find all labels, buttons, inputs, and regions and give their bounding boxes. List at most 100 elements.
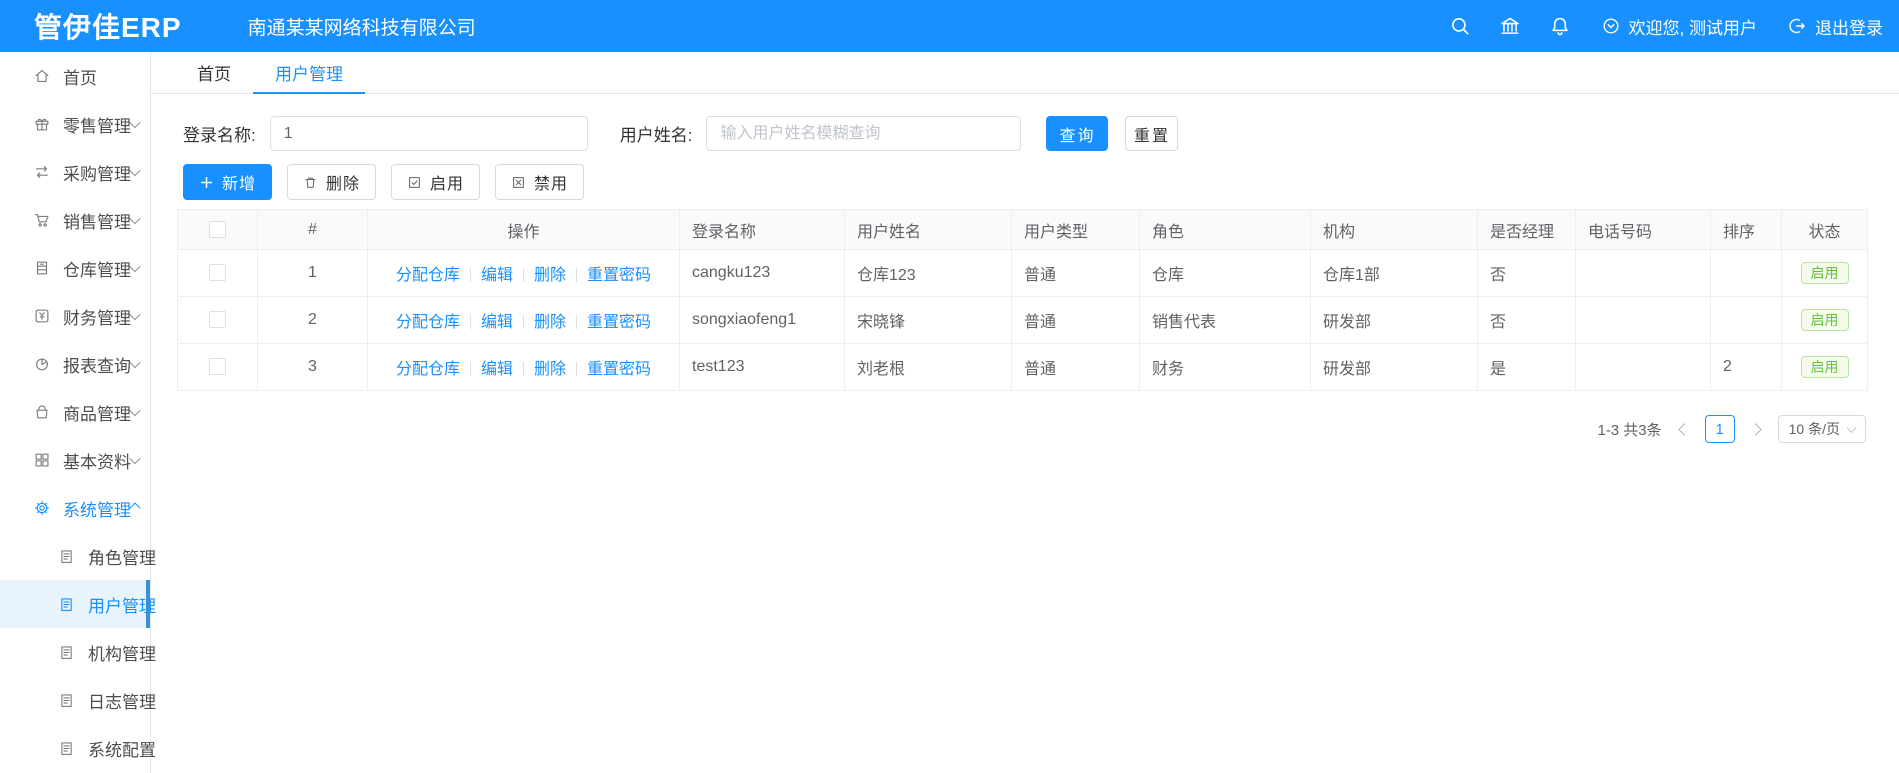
add-button[interactable]: 新增 <box>183 164 273 200</box>
enable-button[interactable]: 启用 <box>391 164 481 200</box>
organization-cell: 研发部 <box>1310 296 1478 344</box>
user-type-cell: 普通 <box>1011 249 1140 297</box>
chevron-down-icon <box>1846 422 1857 433</box>
phone-cell <box>1575 296 1711 344</box>
table-row: 1 分配仓库 编辑 删除 重置密码 cangku123 仓库123 普通 仓库 仓库1部否 启用 <box>177 249 1868 297</box>
op-separator <box>469 362 471 376</box>
sidebar-item-sales[interactable]: 销售管理 <box>0 196 150 244</box>
sidebar-item-finance[interactable]: 财务管理 <box>0 292 150 340</box>
delete-button[interactable]: 删除 <box>287 164 377 200</box>
row-operations-cell: 分配仓库 编辑 删除 重置密码 <box>367 249 680 297</box>
topbar: 管伊佳ERP 南通某某网络科技有限公司 欢迎您, 测试用户 退出登录 <box>0 0 1899 52</box>
op-assign-warehouse-link[interactable]: 分配仓库 <box>396 361 460 378</box>
select-row-checkbox[interactable] <box>209 358 226 376</box>
select-row-checkbox[interactable] <box>209 264 226 282</box>
app-logo: 管伊佳ERP <box>34 12 182 43</box>
sidebar-item-retail[interactable]: 零售管理 <box>0 100 150 148</box>
sidebar-subitem-label: 日志管理 <box>88 692 156 712</box>
sidebar-item-purchase[interactable]: 采购管理 <box>0 148 150 196</box>
reset-button[interactable]: 重置 <box>1125 116 1179 151</box>
sidebar-item-label: 系统管理 <box>63 500 131 520</box>
sidebar-subitem-user-mgmt[interactable]: 用户管理 <box>0 580 156 628</box>
table-row: 2 分配仓库 编辑 删除 重置密码 songxiaofeng1 宋晓锋 普通 销售代表 研发部否 启… <box>177 296 1868 344</box>
logout-icon <box>1787 16 1807 36</box>
op-delete-link[interactable]: 删除 <box>534 361 566 378</box>
next-page-icon[interactable] <box>1748 422 1762 436</box>
row-checkbox-cell <box>177 343 258 391</box>
user-menu[interactable]: 欢迎您, 测试用户 <box>1601 14 1757 39</box>
bell-icon[interactable] <box>1549 15 1571 37</box>
login-name-input[interactable] <box>269 116 588 151</box>
op-assign-warehouse-link[interactable]: 分配仓库 <box>396 267 460 284</box>
user-name-cell: 刘老根 <box>844 343 1012 391</box>
op-reset-password-link[interactable]: 重置密码 <box>587 267 651 284</box>
user-type-cell: 普通 <box>1011 343 1140 391</box>
bank-icon[interactable] <box>1499 15 1521 37</box>
sort-cell: 2 <box>1710 343 1782 391</box>
row-operations-cell: 分配仓库 编辑 删除 重置密码 <box>367 343 680 391</box>
sidebar-item-label: 销售管理 <box>63 212 131 232</box>
home-icon <box>33 67 51 85</box>
is-manager-cell: 是 <box>1477 343 1576 391</box>
tab-home[interactable]: 首页 <box>175 52 253 93</box>
sidebar-item-home[interactable]: 首页 <box>0 52 150 100</box>
op-edit-link[interactable]: 编辑 <box>481 361 513 378</box>
sidebar-item-reports[interactable]: 报表查询 <box>0 340 150 388</box>
chevron-down-icon <box>129 356 141 369</box>
search-icon[interactable] <box>1449 15 1471 37</box>
op-delete-link[interactable]: 删除 <box>534 314 566 331</box>
role-cell: 仓库 <box>1139 249 1311 297</box>
logout-button[interactable]: 退出登录 <box>1787 14 1883 39</box>
op-delete-link[interactable]: 删除 <box>534 267 566 284</box>
op-separator <box>576 268 578 282</box>
sidebar: 首页 零售管理 采购管理销售管理仓库管理财务管理 报表查询商品管理基本资料系统管理角色… <box>0 52 156 773</box>
disable-button[interactable]: 禁用 <box>495 164 585 200</box>
op-edit-link[interactable]: 编辑 <box>481 314 513 331</box>
company-name: 南通某某网络科技有限公司 <box>247 17 476 39</box>
sidebar-item-system[interactable]: 系统管理 <box>0 484 150 532</box>
op-separator <box>469 268 471 282</box>
doc-icon <box>58 596 75 613</box>
op-assign-warehouse-link[interactable]: 分配仓库 <box>396 314 460 331</box>
sidebar-item-basic-data[interactable]: 基本资料 <box>0 436 150 484</box>
sidebar-item-label: 仓库管理 <box>63 260 131 280</box>
select-all-checkbox[interactable] <box>209 220 226 238</box>
sidebar-item-goods[interactable]: 商品管理 <box>0 388 150 436</box>
page-1-button[interactable]: 1 <box>1704 415 1735 443</box>
chevron-down-icon <box>129 260 141 273</box>
topbar-right: 欢迎您, 测试用户 退出登录 <box>1421 14 1883 39</box>
chevron-down-icon <box>129 308 141 321</box>
op-reset-password-link[interactable]: 重置密码 <box>587 314 651 331</box>
gift-icon <box>33 115 51 133</box>
sidebar-subitem-log-mgmt[interactable]: 日志管理 <box>0 676 156 724</box>
page-size-label: 10 条/页 <box>1788 421 1840 437</box>
op-reset-password-link[interactable]: 重置密码 <box>587 361 651 378</box>
sidebar-item-label: 商品管理 <box>63 404 131 424</box>
chevron-up-icon <box>129 502 141 514</box>
query-button[interactable]: 查询 <box>1046 116 1109 151</box>
column-header-3: 用户姓名 <box>844 209 1012 250</box>
organization-cell: 仓库1部 <box>1310 249 1478 297</box>
page-size-select[interactable]: 10 条/页 <box>1777 415 1866 443</box>
user-table: # 操作 登录名称 用户姓名 用户类型 角色 机构 是否经理 电话号码 排序 状态 1 分配仓库 编辑删… <box>177 209 1868 391</box>
sidebar-subitem-role-mgmt[interactable]: 角色管理 <box>0 532 156 580</box>
sidebar-subitem-system-config[interactable]: 系统配置 <box>0 724 156 772</box>
column-header-8: 电话号码 <box>1575 209 1711 250</box>
status-badge: 启用 <box>1800 262 1849 284</box>
phone-cell <box>1575 343 1711 391</box>
sidebar-subitem-label: 用户管理 <box>88 596 156 616</box>
role-cell: 财务 <box>1139 343 1311 391</box>
tab-user-management[interactable]: 用户管理 <box>253 52 365 94</box>
warehouse-icon <box>33 259 51 277</box>
sidebar-subitem-org-mgmt[interactable]: 机构管理 <box>0 628 156 676</box>
doc-icon <box>58 644 75 661</box>
column-header-5: 角色 <box>1139 209 1311 250</box>
status-cell: 启用 <box>1781 343 1868 391</box>
prev-page-icon[interactable] <box>1677 422 1691 436</box>
sidebar-item-warehouse[interactable]: 仓库管理 <box>0 244 150 292</box>
user-name-input[interactable] <box>706 116 1022 151</box>
select-row-checkbox[interactable] <box>209 311 226 329</box>
op-edit-link[interactable]: 编辑 <box>481 267 513 284</box>
pagination: 1-3 共3条 1 10 条/页 <box>151 415 1866 443</box>
row-index-cell: 1 <box>257 249 368 297</box>
